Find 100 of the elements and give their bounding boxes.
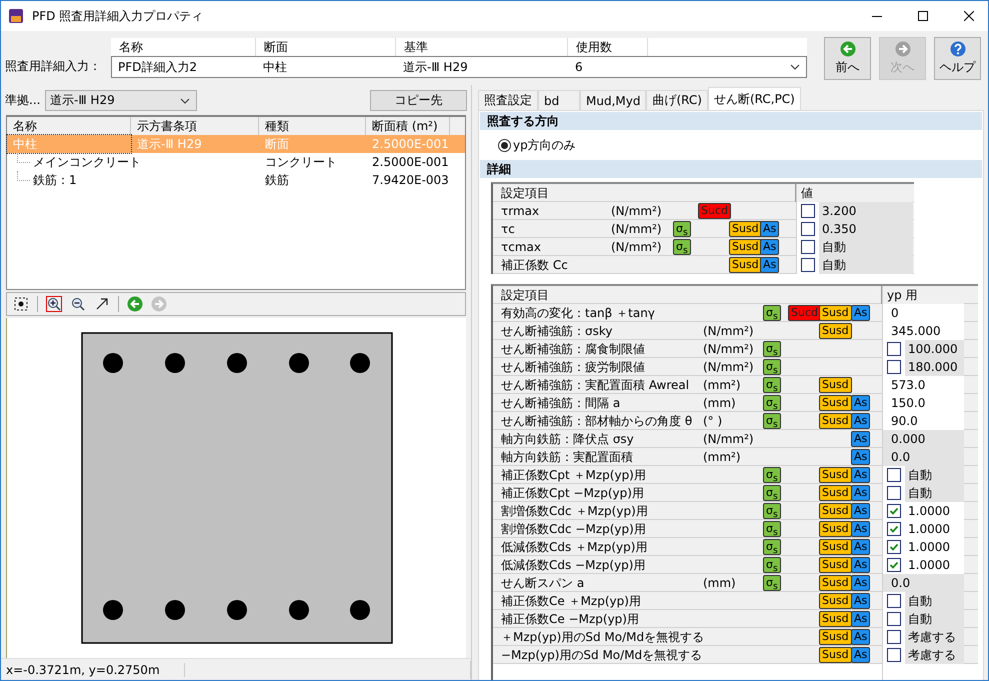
tag-button[interactable]: As — [851, 539, 870, 555]
tree-row[interactable]: 鉄筋：1 鉄筋 7.9420E-003 — [7, 171, 465, 189]
tag-button[interactable]: σ$_{s}$ — [763, 575, 781, 591]
tag-button[interactable]: As — [760, 257, 780, 273]
tab[interactable]: Mud,Myd — [580, 90, 646, 110]
tag-button[interactable]: σ$_{s}$ — [763, 467, 781, 483]
close-icon[interactable] — [964, 11, 974, 21]
tag-button[interactable]: σ$_{s}$ — [763, 413, 781, 429]
tag-button[interactable]: As — [851, 485, 870, 501]
value-field[interactable]: 自動 — [905, 466, 964, 484]
tag-button[interactable]: As — [851, 449, 870, 465]
value-field[interactable]: 0.0 — [883, 574, 964, 592]
value-field[interactable]: 考慮する — [905, 628, 964, 646]
tag-button[interactable]: σ$_{s}$ — [763, 341, 781, 357]
tag-button[interactable]: Susd — [819, 521, 852, 537]
checkbox[interactable] — [887, 630, 901, 644]
tag-button[interactable]: Susd — [819, 575, 852, 591]
tag-button[interactable]: As — [851, 395, 870, 411]
value-field[interactable]: 自動 — [905, 610, 964, 628]
fit-icon[interactable] — [13, 296, 29, 312]
tag-button[interactable]: Susd — [819, 377, 852, 393]
tag-button[interactable]: As — [851, 611, 870, 627]
copy-button[interactable]: コピー先 — [370, 90, 467, 110]
value-field[interactable]: 自動 — [819, 238, 913, 256]
tag-button[interactable]: As — [851, 647, 870, 663]
tag-button[interactable]: σ$_{s}$ — [763, 503, 781, 519]
back-icon[interactable] — [127, 296, 143, 312]
tag-button[interactable]: As — [851, 431, 870, 447]
tag-button[interactable]: σ$_{s}$ — [673, 221, 691, 237]
tag-button[interactable]: Sucd — [698, 203, 731, 219]
tag-button[interactable]: σ$_{s}$ — [673, 239, 691, 255]
tag-button[interactable]: Susd — [729, 257, 762, 273]
tag-button[interactable]: As — [851, 557, 870, 573]
checkbox[interactable] — [887, 504, 901, 518]
tag-button[interactable]: σ$_{s}$ — [763, 485, 781, 501]
checkbox[interactable] — [801, 240, 815, 254]
value-field[interactable]: 自動 — [819, 256, 913, 274]
tag-button[interactable]: As — [851, 593, 870, 609]
tag-button[interactable]: Susd — [819, 503, 852, 519]
tree-row[interactable]: メインコンクリート コンクリート 2.5000E-001 — [7, 153, 465, 171]
maximize-icon[interactable] — [918, 11, 928, 21]
tag-button[interactable]: σ$_{s}$ — [763, 395, 781, 411]
tag-button[interactable]: Susd — [819, 485, 852, 501]
tag-button[interactable]: Sucd — [788, 305, 821, 321]
value-field[interactable]: 自動 — [905, 484, 964, 502]
tag-button[interactable]: As — [851, 629, 870, 645]
value-field[interactable]: 0.000 — [883, 430, 964, 448]
value-field[interactable]: 0.350 — [819, 220, 913, 238]
value-field[interactable]: 0.0 — [883, 448, 964, 466]
value-field[interactable]: 100.000 — [905, 340, 964, 358]
tag-button[interactable]: Susd — [819, 467, 852, 483]
tab[interactable]: 曲げ(RC) — [646, 90, 708, 110]
tag-button[interactable]: σ$_{s}$ — [763, 521, 781, 537]
tag-button[interactable]: As — [851, 521, 870, 537]
tag-button[interactable]: σ$_{s}$ — [763, 359, 781, 375]
checkbox[interactable] — [887, 612, 901, 626]
tag-button[interactable]: Susd — [819, 611, 852, 627]
value-field[interactable]: 3.200 — [819, 202, 913, 220]
tag-button[interactable]: Susd — [819, 395, 852, 411]
value-field[interactable]: 考慮する — [905, 646, 964, 664]
tag-button[interactable]: As — [760, 221, 780, 237]
tag-button[interactable]: Susd — [819, 557, 852, 573]
diagonal-arrow-icon[interactable] — [94, 296, 110, 312]
tag-button[interactable]: As — [851, 305, 870, 321]
standard-dropdown[interactable]: 道示-Ⅲ H29 — [45, 90, 197, 110]
value-field[interactable]: 自動 — [905, 592, 964, 610]
tag-button[interactable]: Susd — [819, 323, 852, 339]
checkbox[interactable] — [887, 648, 901, 662]
help-button[interactable]: ヘルプ — [934, 36, 981, 80]
tag-button[interactable]: Susd — [819, 593, 852, 609]
tag-button[interactable]: σ$_{s}$ — [763, 305, 781, 321]
zoom-out-icon[interactable] — [70, 296, 86, 312]
tag-button[interactable]: As — [851, 503, 870, 519]
tag-button[interactable]: σ$_{s}$ — [763, 557, 781, 573]
checkbox[interactable] — [887, 558, 901, 572]
tag-button[interactable]: Susd — [729, 239, 762, 255]
checkbox[interactable] — [887, 360, 901, 374]
tag-button[interactable]: As — [851, 413, 870, 429]
tag-button[interactable]: Susd — [729, 221, 762, 237]
tag-button[interactable]: Susd — [819, 539, 852, 555]
zoom-in-icon[interactable] — [46, 296, 62, 312]
checkbox[interactable] — [801, 258, 815, 272]
tag-button[interactable]: As — [851, 467, 870, 483]
radio-button[interactable]: yp方向のみ — [498, 136, 576, 154]
tag-button[interactable]: Susd — [819, 305, 852, 321]
tab[interactable]: せん断(RC,PC) — [708, 87, 801, 110]
checkbox[interactable] — [801, 222, 815, 236]
tag-button[interactable]: σ$_{s}$ — [763, 539, 781, 555]
tag-button[interactable]: Susd — [819, 413, 852, 429]
detail-dropdown[interactable]: PFD詳細入力2 中柱 道示-Ⅲ H29 6 — [111, 56, 807, 78]
tab[interactable]: 照査設定 — [478, 90, 538, 110]
tag-button[interactable]: Susd — [819, 629, 852, 645]
tag-button[interactable]: Susd — [819, 647, 852, 663]
checkbox[interactable] — [887, 522, 901, 536]
tag-button[interactable]: As — [851, 575, 870, 591]
checkbox[interactable] — [801, 204, 815, 218]
tab[interactable]: bd — [538, 90, 580, 110]
checkbox[interactable] — [887, 594, 901, 608]
tag-button[interactable]: As — [760, 239, 780, 255]
checkbox[interactable] — [887, 540, 901, 554]
